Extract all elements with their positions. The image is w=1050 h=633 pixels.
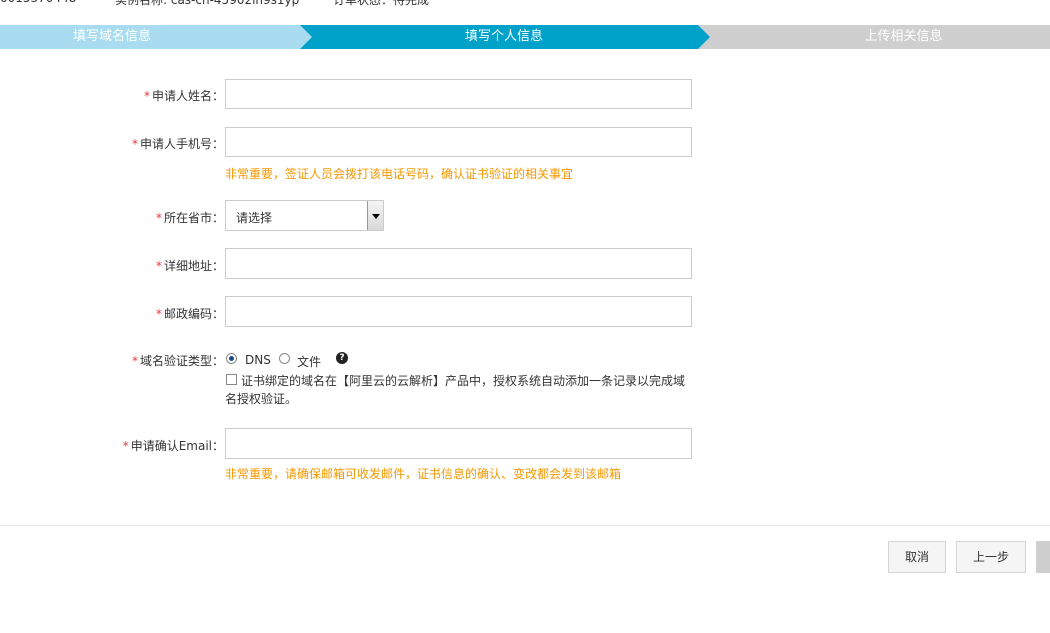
phone-hint: 非常重要，签证人员会拨打该电话号码，确认证书验证的相关事宜	[225, 167, 574, 181]
postal-code-label: * 邮政编码：	[155, 307, 224, 321]
applicant-phone-input[interactable]	[225, 127, 692, 157]
order-status: 订单状态：待完成	[333, 0, 430, 7]
postal-code-input[interactable]	[225, 296, 692, 327]
email-label: * 申请确认Email：	[122, 439, 224, 453]
footer-divider	[0, 525, 1050, 526]
step-upload-info: 上传相关信息	[697, 25, 1050, 49]
domain-verify-label: * 域名验证类型：	[131, 354, 224, 368]
step-domain-info: 填写域名信息	[0, 25, 312, 49]
order-info-bar: 0015370448 实例名称: cas-cn-45902ln9s1yp 订单状…	[0, 0, 1050, 9]
cancel-button[interactable]: 取消	[888, 541, 946, 573]
dropdown-arrow-icon[interactable]	[367, 201, 383, 230]
next-step-button[interactable]	[1036, 541, 1050, 573]
previous-step-button[interactable]: 上一步	[956, 541, 1026, 573]
province-city-selected: 请选择	[236, 211, 273, 225]
email-input[interactable]	[225, 428, 692, 459]
dns-radio[interactable]	[226, 353, 237, 364]
order-number: 0015370448	[0, 0, 76, 5]
help-icon[interactable]: ?	[336, 352, 348, 364]
email-hint: 非常重要，请确保邮箱可收发邮件，证书信息的确认、变改都会发到该邮箱	[225, 467, 622, 481]
province-city-label: * 所在省市：	[155, 211, 224, 225]
step-personal-info: 填写个人信息	[298, 25, 710, 49]
dns-radio-label[interactable]: DNS	[245, 353, 271, 367]
auto-dns-text: 证书绑定的域名在【阿里云的云解析】产品中，授权系统自动添加一条记录以完成域名授权…	[225, 374, 686, 406]
applicant-phone-label: * 申请人手机号：	[131, 137, 224, 151]
file-radio-label[interactable]: 文件	[297, 353, 321, 370]
applicant-name-label: * 申请人姓名：	[143, 89, 224, 103]
step-progress: 填写域名信息 填写个人信息 上传相关信息	[0, 25, 1050, 49]
instance-name: 实例名称: cas-cn-45902ln9s1yp	[115, 0, 300, 7]
file-radio[interactable]	[279, 353, 290, 364]
applicant-name-input[interactable]	[225, 79, 692, 109]
address-input[interactable]	[225, 248, 692, 279]
province-city-select[interactable]: 请选择	[225, 200, 384, 231]
address-label: * 详细地址：	[155, 259, 224, 273]
